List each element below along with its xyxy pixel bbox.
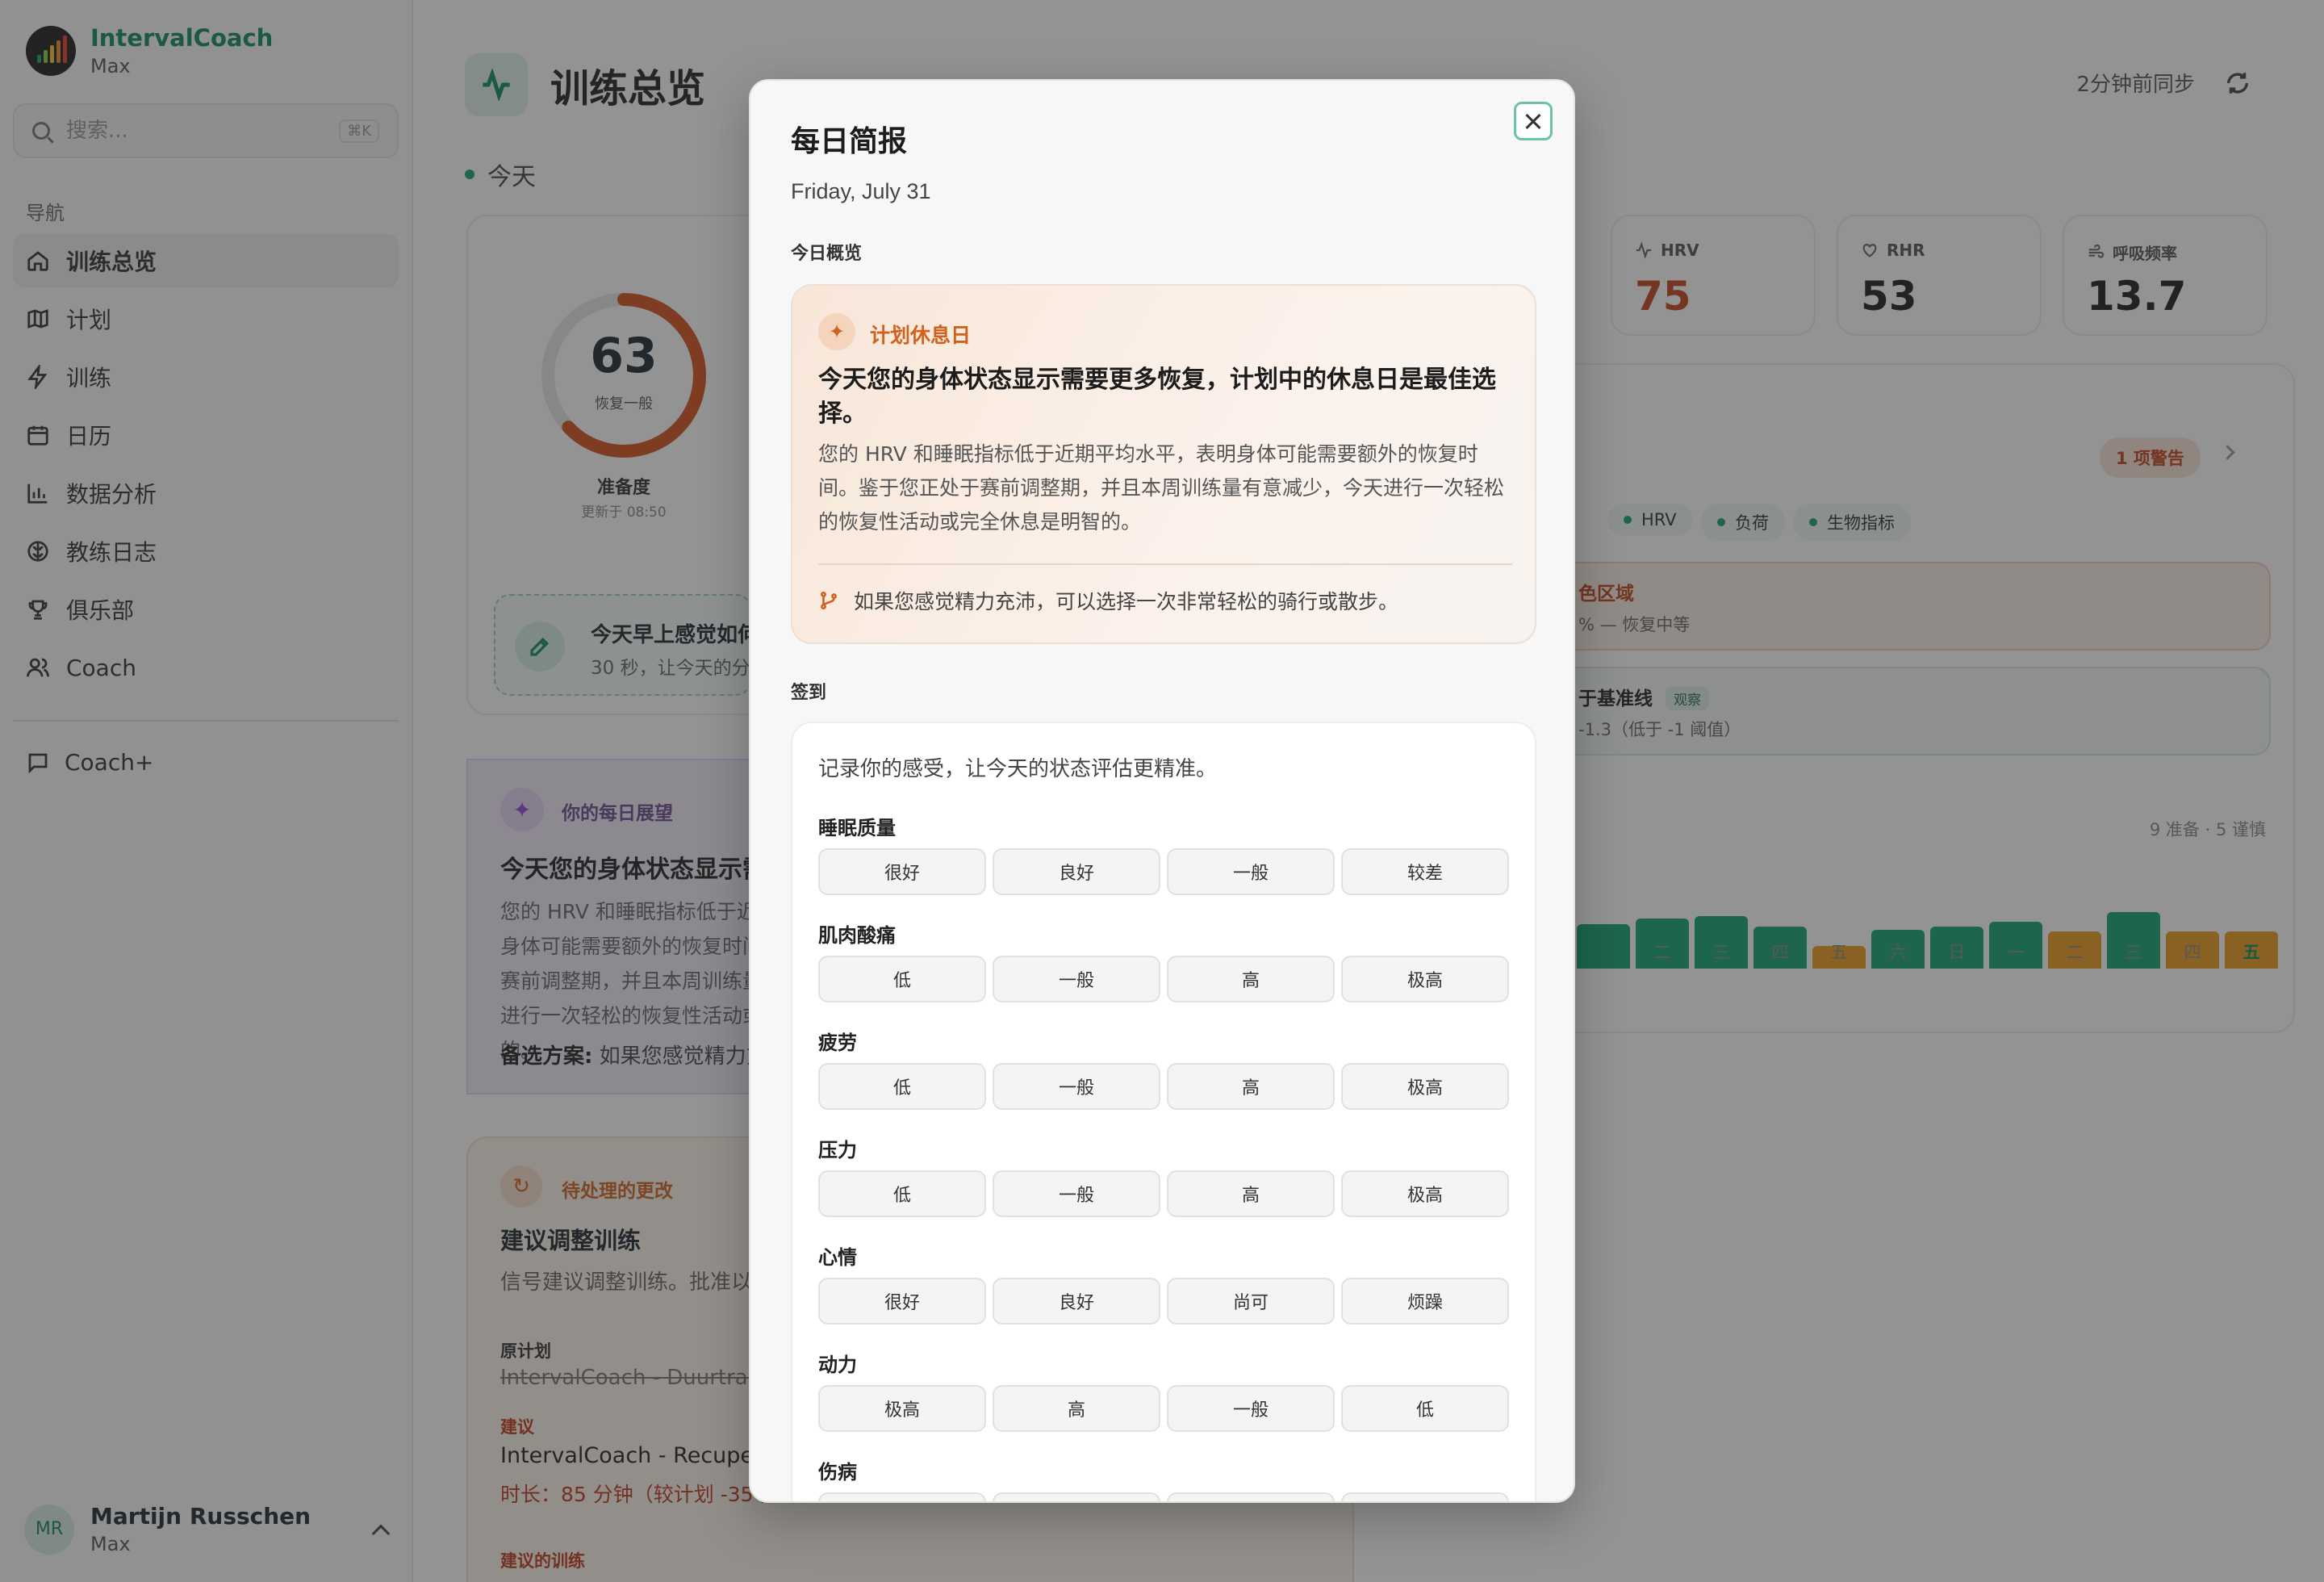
- option-button[interactable]: 很好: [818, 1278, 986, 1325]
- question-label: 肌肉酸痛: [818, 924, 896, 947]
- rest-day-body: 您的 HRV 和睡眠指标低于近期平均水平，表明身体可能需要额外的恢复时间。鉴于您…: [818, 442, 1505, 534]
- rest-day-divider: [818, 563, 1512, 565]
- option-button[interactable]: 尚可: [1167, 1278, 1335, 1325]
- option-button[interactable]: 一般: [993, 1063, 1160, 1110]
- rest-day-tag: 计划休息日: [870, 324, 972, 347]
- option-button[interactable]: 轻微: [993, 1492, 1160, 1501]
- modal-title: 每日简报: [791, 125, 908, 158]
- option-button[interactable]: 低: [1341, 1385, 1509, 1432]
- option-button[interactable]: 极高: [1341, 1170, 1509, 1217]
- checkin-question: 睡眠质量很好 良好 一般 较差: [818, 812, 1512, 895]
- option-button[interactable]: 良好: [993, 1278, 1160, 1325]
- option-button[interactable]: 严重: [1341, 1492, 1509, 1501]
- daily-briefing-modal: 每日简报 Friday, July 31 今日概览 ✦ 计划休息日 今天您的身体…: [749, 79, 1575, 1503]
- checkin-question: 伤病无轻微中等严重: [818, 1456, 1512, 1501]
- option-button[interactable]: 无: [818, 1492, 986, 1501]
- question-label: 伤病: [818, 1461, 857, 1484]
- option-button[interactable]: 烦躁: [1341, 1278, 1509, 1325]
- question-label: 心情: [818, 1246, 857, 1269]
- option-button[interactable]: 极高: [818, 1385, 986, 1432]
- checkin-question: 心情很好 良好 尚可 烦躁: [818, 1241, 1512, 1325]
- option-button[interactable]: 高: [1167, 956, 1335, 1002]
- checkin-intro: 记录你的感受，让今天的状态评估更精准。: [818, 757, 1218, 781]
- option-button[interactable]: 高: [1167, 1170, 1335, 1217]
- checkin-panel: 记录你的感受，让今天的状态评估更精准。 睡眠质量 很好 良好 一般 较差 肌肉酸痛低一般高…: [791, 722, 1536, 1501]
- option-button[interactable]: 低: [818, 1063, 986, 1110]
- rest-day-alternative: 如果您感觉精力充沛，可以选择一次非常轻松的骑行或散步。: [818, 586, 1398, 615]
- option-button[interactable]: 一般: [993, 1170, 1160, 1217]
- sparkles-icon: ✦: [818, 313, 855, 350]
- option-button[interactable]: 极高: [1341, 1063, 1509, 1110]
- option-button[interactable]: 低: [818, 1170, 986, 1217]
- checkin-question: 疲劳低一般高极高: [818, 1027, 1512, 1110]
- option-button[interactable]: 中等: [1167, 1492, 1335, 1501]
- overview-section-label: 今日概览: [791, 244, 863, 264]
- option-button[interactable]: 良好: [993, 848, 1160, 895]
- checkin-question: 动力极高高一般低: [818, 1349, 1512, 1432]
- question-label: 疲劳: [818, 1032, 857, 1054]
- question-label: 压力: [818, 1139, 857, 1161]
- option-button[interactable]: 一般: [1167, 1385, 1335, 1432]
- rest-day-card: ✦ 计划休息日 今天您的身体状态显示需要更多恢复，计划中的休息日是最佳选择。 您…: [791, 284, 1536, 644]
- checkin-question: 压力低一般高极高: [818, 1134, 1512, 1217]
- checkin-section-label: 签到: [791, 683, 827, 703]
- close-button[interactable]: [1514, 102, 1553, 140]
- option-button[interactable]: 很好: [818, 848, 986, 895]
- git-branch-icon: [821, 591, 837, 610]
- option-button[interactable]: 一般: [1167, 848, 1335, 895]
- option-button[interactable]: 较差: [1341, 848, 1509, 895]
- rest-day-headline: 今天您的身体状态显示需要更多恢复，计划中的休息日是最佳选择。: [818, 366, 1496, 428]
- option-button[interactable]: 高: [1167, 1063, 1335, 1110]
- checkin-question: 肌肉酸痛低一般高极高: [818, 919, 1512, 1002]
- question-label: 睡眠质量: [818, 817, 896, 839]
- option-button[interactable]: 极高: [1341, 956, 1509, 1002]
- option-button[interactable]: 高: [993, 1385, 1160, 1432]
- question-label: 动力: [818, 1354, 857, 1376]
- option-button[interactable]: 低: [818, 956, 986, 1002]
- option-button[interactable]: 一般: [993, 956, 1160, 1002]
- modal-date: Friday, July 31: [791, 179, 931, 203]
